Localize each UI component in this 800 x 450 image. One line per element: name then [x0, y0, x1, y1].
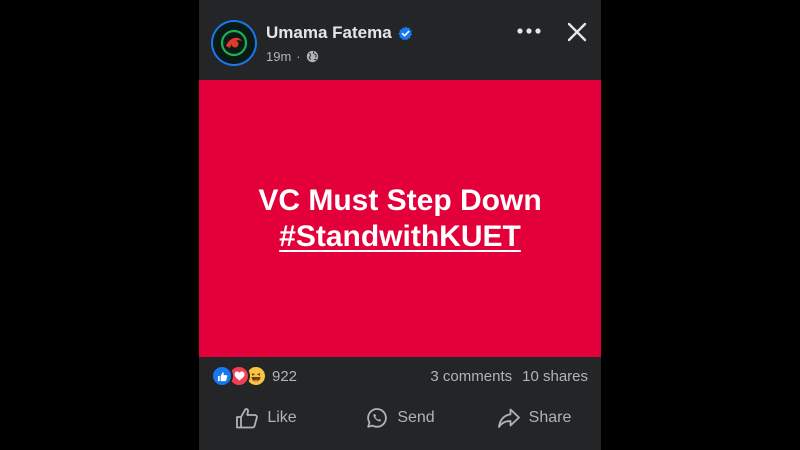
- meta-separator: ·: [296, 48, 301, 64]
- shares-count[interactable]: 10 shares: [522, 368, 588, 385]
- post-actions-bar: Like Send Share: [199, 398, 601, 438]
- post-panel: ∙ ∙ ∙ ∙ ∙ ∙ ∙ ∙ ∙ ∙ ∙ ∙ ∙ ∙ ∙ ∙ ∙ ∙ ∙ ∙ …: [199, 0, 601, 450]
- post-image-hashtag[interactable]: #StandwithKUET: [279, 219, 521, 255]
- like-button[interactable]: Like: [199, 398, 333, 438]
- share-button[interactable]: Share: [467, 398, 601, 438]
- like-thumb-icon: [236, 408, 259, 429]
- more-options-button[interactable]: [513, 22, 545, 40]
- whatsapp-icon: [367, 408, 388, 428]
- previous-content-strip: ∙ ∙ ∙ ∙ ∙ ∙ ∙ ∙ ∙ ∙ ∙ ∙ ∙ ∙ ∙ ∙ ∙ ∙ ∙ ∙: [199, 0, 601, 6]
- avatar-logo-icon: [213, 22, 255, 64]
- author-name-row: Umama Fatema: [266, 22, 413, 44]
- send-label: Send: [397, 409, 435, 426]
- like-reaction-icon: [211, 365, 233, 387]
- viewer-frame: ∙ ∙ ∙ ∙ ∙ ∙ ∙ ∙ ∙ ∙ ∙ ∙ ∙ ∙ ∙ ∙ ∙ ∙ ∙ ∙ …: [0, 0, 800, 450]
- close-button[interactable]: [564, 19, 590, 45]
- reaction-count: 922: [272, 367, 298, 385]
- share-label: Share: [528, 409, 572, 426]
- post-image[interactable]: VC Must Step Down #StandwithKUET: [199, 80, 601, 357]
- post-meta: 19m ·: [266, 47, 319, 65]
- close-icon: [567, 22, 587, 42]
- avatar[interactable]: [213, 22, 255, 64]
- reactions-summary[interactable]: 922: [211, 365, 297, 387]
- comments-count[interactable]: 3 comments: [430, 368, 512, 385]
- like-label: Like: [267, 409, 297, 426]
- share-arrow-icon: [497, 408, 520, 428]
- author-name[interactable]: Umama Fatema: [266, 23, 392, 43]
- engagement-stats: 3 comments 10 shares: [430, 365, 588, 387]
- post-time[interactable]: 19m: [266, 49, 291, 64]
- globe-icon: [306, 50, 318, 62]
- send-button[interactable]: Send: [333, 398, 467, 438]
- more-dots-icon: [517, 28, 541, 34]
- post-image-headline: VC Must Step Down: [258, 183, 542, 217]
- verified-badge-icon: [398, 25, 412, 40]
